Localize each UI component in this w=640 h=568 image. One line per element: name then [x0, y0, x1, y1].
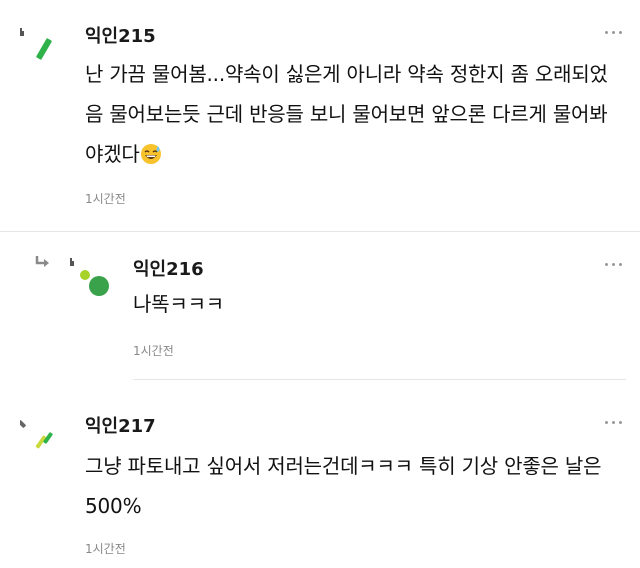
avatar-icon [18, 420, 53, 449]
reply-item: 익인216 나똑ㅋㅋㅋ 1시간전 [0, 232, 640, 382]
avatar-icon [20, 28, 52, 60]
divider [133, 379, 626, 380]
avatar-icon [70, 258, 109, 296]
comment-time: 1시간전 [85, 542, 126, 556]
comment-item: 익인215 난 가끔 물어봄...약속이 싫은게 아니라 약속 정한지 좀 오래… [0, 0, 640, 232]
comment-nickname[interactable]: 익인216 [133, 255, 204, 281]
reply-arrow-icon [34, 254, 52, 274]
avatar[interactable] [68, 256, 116, 300]
avatar[interactable] [18, 24, 62, 64]
more-options-icon[interactable] [604, 24, 624, 40]
more-options-icon[interactable] [604, 414, 624, 430]
comment-text: 난 가끔 물어봄...약속이 싫은게 아니라 약속 정한지 좀 오래되었음 물어… [85, 62, 608, 166]
comment-nickname[interactable]: 익인215 [85, 22, 156, 48]
avatar[interactable] [18, 406, 64, 450]
comment-text: 나똑ㅋㅋㅋ [133, 292, 224, 316]
comment-time: 1시간전 [85, 192, 126, 206]
comment-nickname[interactable]: 익인217 [85, 412, 156, 438]
grinning-sweat-emoji [140, 138, 162, 164]
more-options-icon[interactable] [604, 256, 624, 272]
comment-time: 1시간전 [133, 344, 174, 358]
comment-item: 익인217 그냥 파토내고 싶어서 저러는건데ㅋㅋㅋ 특히 기상 안좋은 날은 … [0, 382, 640, 568]
comment-text: 그냥 파토내고 싶어서 저러는건데ㅋㅋㅋ 특히 기상 안좋은 날은 500% [85, 454, 602, 518]
